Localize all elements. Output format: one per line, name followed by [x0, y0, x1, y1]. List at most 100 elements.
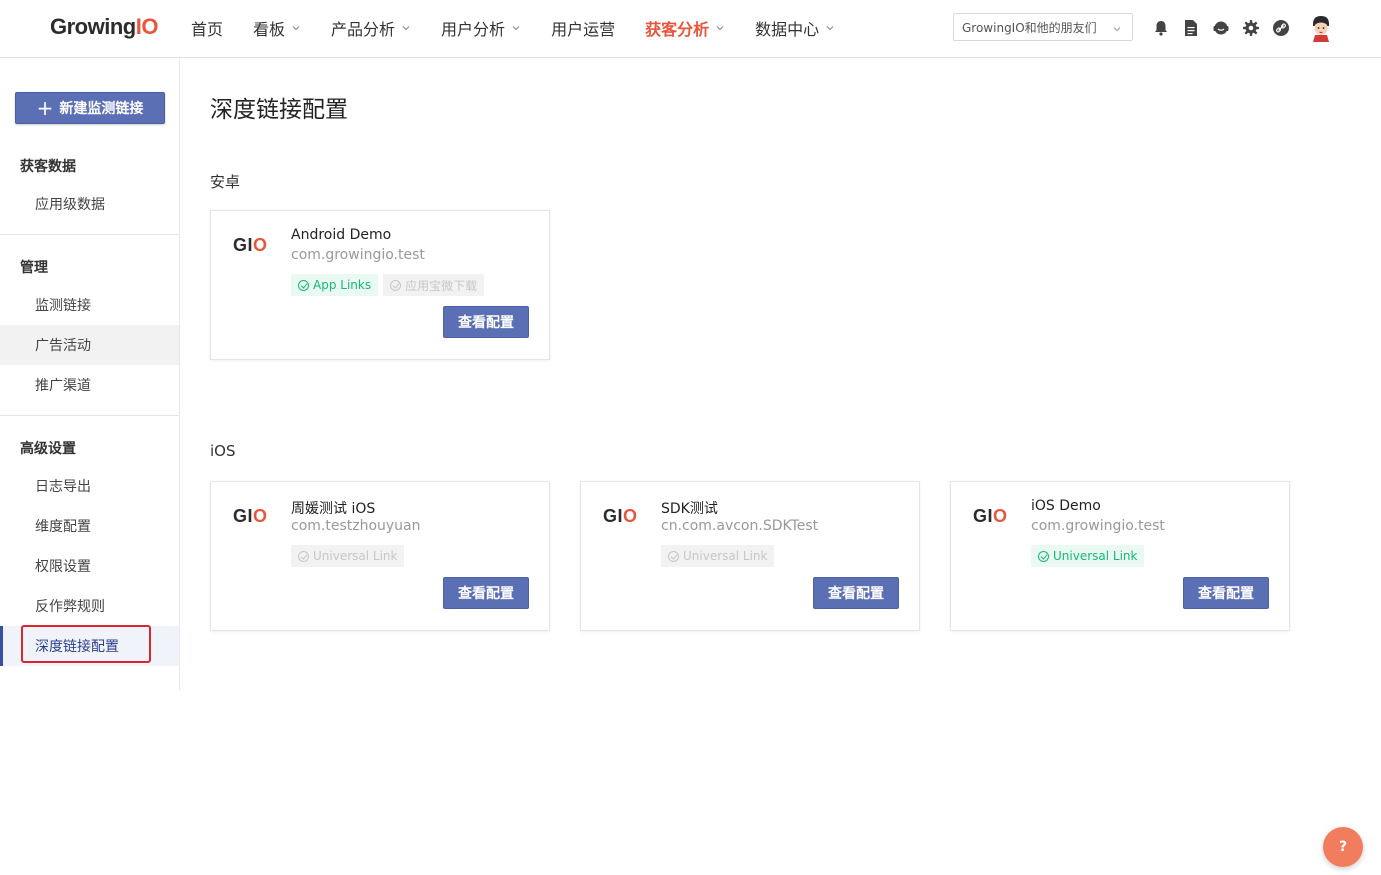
sidebar-item-label: 深度链接配置 [35, 639, 119, 655]
nav-label: 用户分析 [441, 20, 506, 39]
sidebar-section-management: 管理 [20, 260, 48, 276]
link-icon[interactable] [1266, 15, 1296, 41]
nav-label: 数据中心 [755, 20, 820, 39]
link-tags: App Links 应用宝微下载 [291, 274, 489, 296]
sidebar-item-deep-link-config[interactable]: 深度链接配置 [0, 626, 179, 666]
group-title-ios: iOS [210, 442, 236, 460]
gio-app-logo: GIO [603, 506, 638, 527]
chevron-down-icon [511, 23, 521, 33]
gio-app-logo: GIO [233, 235, 268, 256]
nav-user-operations[interactable]: 用户运营 [536, 0, 630, 56]
top-navigation-bar: GrowingIO 首页 看板 产品分析 用户分析 用户运营 获客分析 数据中心… [0, 0, 1381, 58]
app-name: SDK测试 [661, 501, 718, 517]
status-badge: Universal Link [661, 545, 775, 567]
link-tags: Universal Link [661, 545, 779, 567]
page-title: 深度链接配置 [210, 97, 348, 123]
new-tracking-link-button[interactable]: + 新建监测链接 [15, 92, 165, 124]
nav-label: 获客分析 [645, 20, 710, 39]
app-card-zhouyuan-ios: GIO 周媛测试 iOS com.testzhouyuan Universal … [210, 481, 550, 631]
plus-icon: + [36, 96, 54, 120]
tag-label: Universal Link [683, 549, 768, 563]
app-name: Android Demo [291, 227, 392, 243]
link-tags: Universal Link [1031, 545, 1149, 567]
link-tags: Universal Link [291, 545, 409, 567]
status-badge: 应用宝微下载 [383, 274, 485, 296]
logo-accent-text: IO [135, 14, 159, 39]
new-button-label: 新建监测链接 [59, 101, 144, 117]
chevron-down-icon [715, 23, 725, 33]
main-nav: 首页 看板 产品分析 用户分析 用户运营 获客分析 数据中心 [176, 0, 850, 56]
logo-main-text: Growing [50, 14, 136, 39]
app-card-sdk-test: GIO SDK测试 cn.com.avcon.SDKTest Universal… [580, 481, 920, 631]
chevron-down-icon [401, 23, 411, 33]
check-circle-icon [1038, 550, 1049, 562]
nav-user-analysis[interactable]: 用户分析 [426, 0, 536, 56]
logo-letter: O [993, 506, 1008, 526]
gio-app-logo: GIO [233, 506, 268, 527]
nav-data-center[interactable]: 数据中心 [740, 0, 850, 56]
check-circle-icon [298, 550, 309, 562]
project-select-value: GrowingIO和他的朋友们 [962, 20, 1097, 35]
tag-label: Universal Link [313, 549, 398, 563]
logo-letter: G [233, 506, 248, 526]
header-icon-group [1146, 15, 1296, 41]
user-avatar[interactable] [1308, 14, 1334, 42]
growingio-logo[interactable]: GrowingIO [50, 14, 158, 40]
nav-label: 用户运营 [551, 20, 616, 39]
chevron-down-icon [825, 23, 835, 33]
app-card-android-demo: GIO Android Demo com.growingio.test App … [210, 210, 550, 360]
app-package: com.growingio.test [291, 247, 425, 263]
sidebar-item-promotion-channels[interactable]: 推广渠道 [0, 365, 179, 405]
sidebar-section-acquisition-data: 获客数据 [20, 159, 76, 175]
nav-product-analysis[interactable]: 产品分析 [316, 0, 426, 56]
view-config-button[interactable]: 查看配置 [443, 306, 529, 338]
status-badge: App Links [291, 274, 379, 296]
logo-letter: O [253, 506, 268, 526]
help-button[interactable]: ? [1323, 827, 1363, 867]
nav-home[interactable]: 首页 [176, 0, 238, 56]
view-config-button[interactable]: 查看配置 [443, 577, 529, 609]
bell-icon[interactable] [1146, 15, 1176, 41]
nav-label: 首页 [191, 20, 224, 39]
gear-icon[interactable] [1236, 15, 1266, 41]
view-config-button[interactable]: 查看配置 [813, 577, 899, 609]
sidebar-item-app-level-data[interactable]: 应用级数据 [0, 184, 179, 224]
status-badge: Universal Link [291, 545, 405, 567]
document-icon[interactable] [1176, 15, 1206, 41]
sidebar-item-label: 监测链接 [35, 298, 91, 314]
app-package: com.testzhouyuan [291, 518, 421, 534]
chevron-down-icon [1112, 23, 1122, 37]
sidebar-item-label: 应用级数据 [35, 197, 105, 213]
sidebar-section-advanced-settings: 高级设置 [20, 441, 76, 457]
sidebar-item-dimension-config[interactable]: 维度配置 [0, 506, 179, 546]
app-name: iOS Demo [1031, 498, 1101, 514]
group-title-android: 安卓 [210, 173, 241, 191]
app-package: com.growingio.test [1031, 518, 1165, 534]
app-card-ios-demo: GIO iOS Demo com.growingio.test Universa… [950, 481, 1290, 631]
check-circle-icon [668, 550, 679, 562]
gio-app-logo: GIO [973, 506, 1008, 527]
sidebar-item-label: 维度配置 [35, 519, 91, 535]
tag-label: 应用宝微下载 [405, 278, 478, 293]
app-package: cn.com.avcon.SDKTest [661, 518, 819, 534]
sidebar-item-label: 日志导出 [35, 479, 91, 495]
nav-label: 产品分析 [331, 20, 396, 39]
nav-dashboard[interactable]: 看板 [238, 0, 316, 56]
sidebar-item-label: 反作弊规则 [35, 599, 105, 615]
support-icon[interactable] [1206, 15, 1236, 41]
status-badge: Universal Link [1031, 545, 1145, 567]
tag-label: Universal Link [1053, 549, 1138, 563]
view-config-button[interactable]: 查看配置 [1183, 577, 1269, 609]
project-select[interactable]: GrowingIO和他的朋友们 [953, 13, 1133, 41]
logo-letter: O [623, 506, 638, 526]
sidebar-item-ad-campaigns[interactable]: 广告活动 [0, 325, 179, 365]
sidebar-item-permission-settings[interactable]: 权限设置 [0, 546, 179, 586]
sidebar-item-log-export[interactable]: 日志导出 [0, 466, 179, 506]
check-circle-icon [390, 279, 402, 291]
tag-label: App Links [313, 278, 372, 292]
nav-acquisition-analysis[interactable]: 获客分析 [630, 0, 740, 56]
sidebar-item-tracking-links[interactable]: 监测链接 [0, 285, 179, 325]
logo-letter: G [603, 506, 618, 526]
sidebar: + 新建监测链接 获客数据 应用级数据 管理 监测链接 广告活动 推广渠道 高级… [0, 58, 180, 690]
sidebar-item-anti-fraud-rules[interactable]: 反作弊规则 [0, 586, 179, 626]
